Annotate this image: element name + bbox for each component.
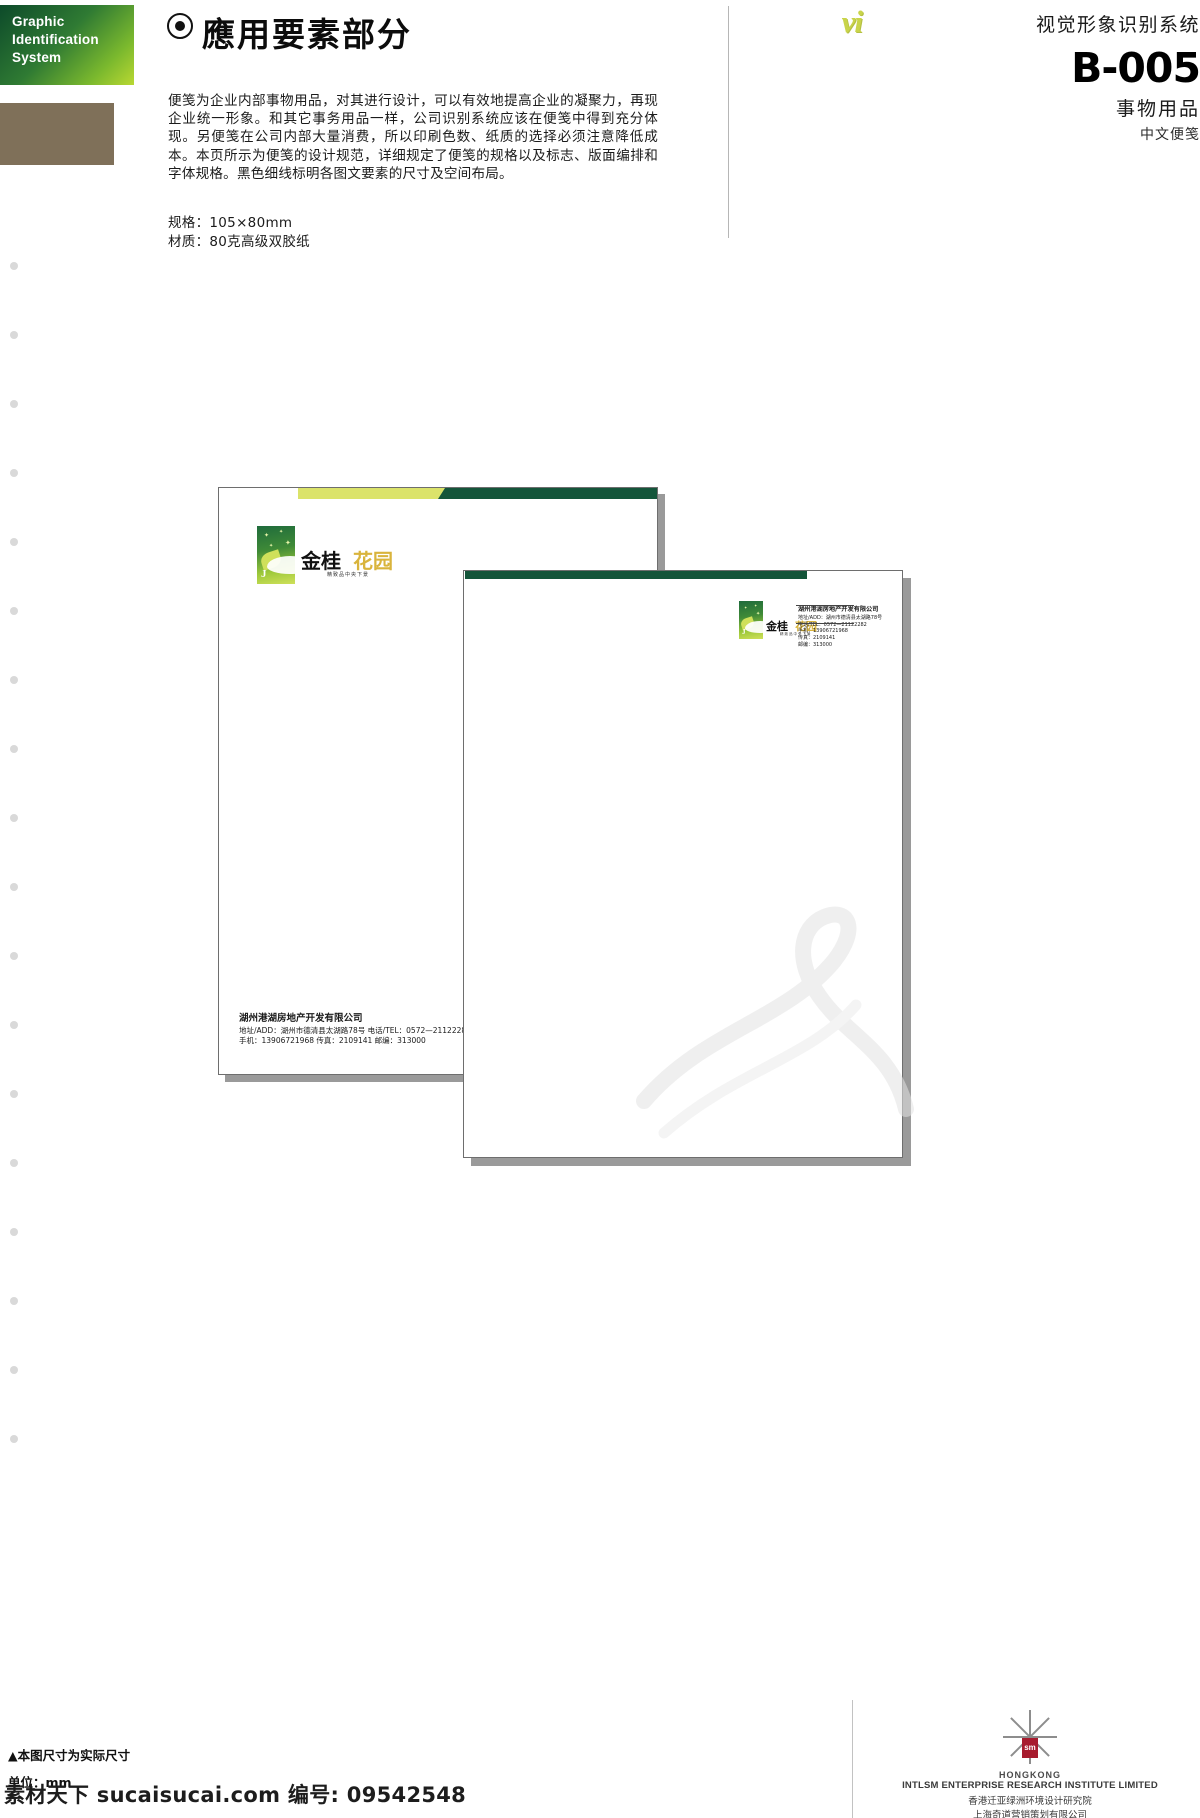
footer-divider	[852, 1700, 853, 1818]
institute-name-en: INTLSM ENTERPRISE RESEARCH INSTITUTE LIM…	[902, 1780, 1158, 1791]
measure-tick	[796, 623, 854, 624]
band-lime	[297, 488, 451, 499]
page-title: 應用要素部分	[202, 15, 412, 54]
logo-name-1: 金桂	[766, 619, 788, 633]
logo-monogram: J	[742, 628, 746, 636]
contact-address: 地址/ADD：湖州市德清县太湖路78号	[798, 614, 883, 621]
punch-hole-dot	[10, 607, 18, 615]
contact-postcode: 邮编：313000	[798, 641, 833, 648]
logo-name-1: 金桂	[301, 549, 341, 573]
color-swatch	[0, 103, 114, 165]
punch-hole-dot	[10, 676, 18, 684]
spec-material: 材质：80克高级双胶纸	[168, 234, 310, 250]
vi-logo-icon: vi	[841, 4, 863, 39]
punch-hole-dot	[10, 1366, 18, 1374]
sparkle-icon: ✦	[756, 611, 761, 617]
logo-name-2: 花园	[353, 549, 393, 573]
punch-hole-dot	[10, 814, 18, 822]
punch-hole-dot	[10, 1159, 18, 1167]
punch-hole-dot	[10, 1021, 18, 1029]
memo-pad-front: ✦ ✦ ✦ J 金桂 花园 精致品中央下景 湖州港湖房地产开发有限公司 地址/AD…	[463, 570, 914, 1158]
logo-monogram: J	[261, 568, 267, 580]
logo-tile: ✦ ✦ ✦ ✦ J	[257, 526, 295, 584]
band-green	[465, 571, 807, 579]
header-band-back	[219, 488, 657, 499]
subcategory-label: 中文便笺	[1140, 127, 1200, 143]
contact-block-back: 湖州港湖房地产开发有限公司 地址/ADD：湖州市德清县太湖路78号 电话/TEL…	[239, 1014, 471, 1046]
watermark-swoosh	[636, 906, 914, 1139]
contact-fax: 传真：2109141	[798, 635, 836, 642]
swoosh-shape	[745, 621, 763, 633]
institute-logo-block: sm HONGKONG INTLSM ENTERPRISE RESEARCH I…	[880, 1708, 1180, 1818]
punch-hole-dot	[10, 400, 18, 408]
system-name: 视觉形象识别系统	[1035, 14, 1200, 36]
starburst-icon: sm	[998, 1708, 1062, 1766]
punch-hole-dot	[10, 1228, 18, 1236]
footer-note: ▲本图尺寸为实际尺寸	[8, 1748, 131, 1763]
contact-line-address-tel: 地址/ADD：湖州市德清县太湖路78号 电话/TEL：0572—21122282	[239, 1026, 471, 1035]
sparkle-icon: ✦	[269, 543, 274, 549]
punch-hole-dot	[10, 952, 18, 960]
contact-block-front: 湖州港湖房地产开发有限公司 地址/ADD：湖州市德清县太湖路78号 电话/TEL…	[798, 606, 883, 649]
punch-hole-dot	[10, 331, 18, 339]
institute-name-cn-1: 香港迁亚绿洲环境设计研究院	[968, 1796, 1092, 1807]
punch-hole-dot	[10, 1435, 18, 1443]
badge-line-1: Graphic	[12, 14, 65, 29]
logo-wordmark: 金桂 花园 精致品中央下景	[301, 551, 393, 584]
brand-logo-large: ✦ ✦ ✦ ✦ J 金桂 花园 精致品中央下景	[257, 526, 393, 584]
punch-hole-dot	[10, 745, 18, 753]
description-paragraph: 便笺为企业内部事物用品，对其进行设计，可以有效地提高企业的凝聚力，再现企业统一形…	[168, 93, 658, 182]
company-name: 湖州港湖房地产开发有限公司	[798, 606, 879, 613]
punch-hole-dot	[10, 262, 18, 270]
sparkle-icon: ✦	[754, 603, 758, 608]
badge-line-3: System	[12, 50, 62, 66]
monogram-badge: sm	[1022, 1738, 1038, 1758]
spec-size: 规格：105×80mm	[168, 215, 293, 231]
measure-tick	[796, 605, 854, 606]
institute-monogram: sm	[1024, 1743, 1036, 1752]
target-icon	[167, 13, 193, 39]
punch-hole-dot	[10, 1297, 18, 1305]
header-band-front	[464, 571, 902, 579]
punch-hole-dot	[10, 538, 18, 546]
vi-manual-page: Graphic Identification System 應用要素部分 vi …	[0, 0, 1200, 1818]
punch-hole-dot	[10, 469, 18, 477]
punch-hole-dot	[10, 1090, 18, 1098]
sparkle-icon: ✦	[744, 605, 748, 610]
source-watermark: 素材天下 sucaisucai.com 编号: 09542548	[4, 1783, 467, 1807]
badge-line-2: Identification	[12, 32, 99, 48]
contact-line-mobile-fax-post: 手机：13906721968 传真：2109141 邮编：313000	[239, 1036, 426, 1045]
page-code: B-005	[1071, 44, 1200, 92]
punch-hole-dot	[10, 883, 18, 891]
sparkle-icon: ✦	[264, 533, 270, 539]
graphic-identification-system-badge: Graphic Identification System	[0, 5, 134, 85]
logo-tagline: 精致品中央下景	[327, 572, 370, 578]
sparkle-icon: ✦	[279, 529, 284, 535]
institute-region: HONGKONG	[999, 1770, 1061, 1780]
logo-tile: ✦ ✦ ✦ J	[739, 601, 763, 639]
band-green	[437, 488, 657, 499]
company-name: 湖州港湖房地产开发有限公司	[239, 1013, 363, 1024]
sparkle-icon: ✦	[285, 540, 291, 547]
category-label: 事物用品	[1115, 98, 1200, 120]
header-divider	[728, 6, 729, 238]
institute-name-cn-2: 上海奇道营销策划有限公司	[972, 1810, 1087, 1818]
